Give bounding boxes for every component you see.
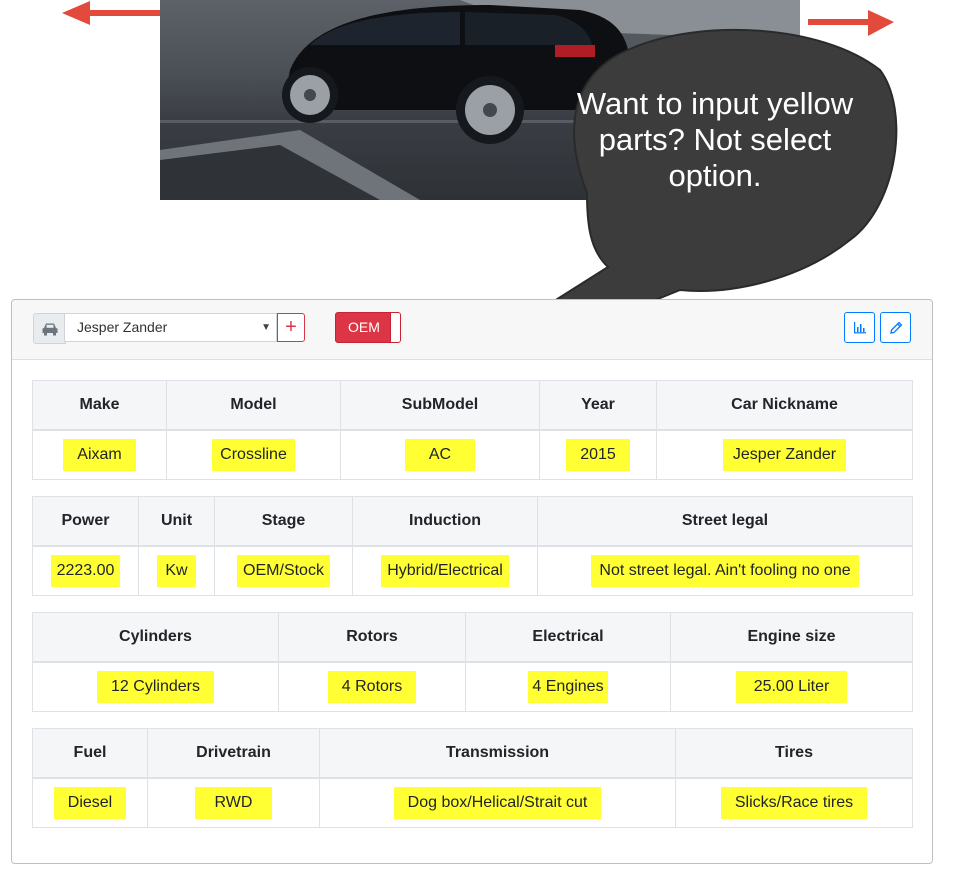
card-header: Jesper Zander ▼ + OEM [12, 300, 932, 360]
power-value: 2223.00 [50, 555, 121, 587]
engine-table: Cylinders Rotors Electrical Engine size … [32, 612, 913, 712]
header-transmission: Transmission [319, 728, 676, 779]
electrical-value: 4 Engines [528, 671, 608, 703]
edit-button[interactable] [880, 312, 911, 343]
header-electrical: Electrical [465, 612, 671, 663]
chart-button[interactable] [844, 312, 875, 343]
unit-value: Kw [157, 555, 196, 587]
header-unit: Unit [138, 496, 215, 547]
header-car-nickname: Car Nickname [656, 380, 913, 431]
submodel-value: AC [404, 439, 476, 471]
identity-table: Make Model SubModel Year Car Nickname Ai… [32, 380, 913, 480]
header-induction: Induction [352, 496, 538, 547]
transmission-value: Dog box/Helical/Strait cut [393, 787, 602, 819]
header-fuel: Fuel [32, 728, 148, 779]
header-tires: Tires [675, 728, 913, 779]
oem-toggle[interactable]: OEM [335, 312, 401, 343]
drivetrain-table: Fuel Drivetrain Transmission Tires Diese… [32, 728, 913, 828]
header-model: Model [166, 380, 341, 431]
previous-arrow[interactable] [60, 0, 164, 32]
header-submodel: SubModel [340, 380, 540, 431]
street-legal-value: Not street legal. Ain't fooling no one [591, 555, 859, 587]
header-drivetrain: Drivetrain [147, 728, 320, 779]
callout-text: Want to input yellow parts? Not select o… [576, 86, 854, 193]
car-select-value: Jesper Zander [77, 319, 168, 335]
header-cylinders: Cylinders [32, 612, 279, 663]
year-value: 2015 [566, 439, 630, 471]
car-icon [33, 313, 66, 344]
car-details-card: Jesper Zander ▼ + OEM Make Model SubMode… [11, 299, 933, 864]
add-car-button[interactable]: + [277, 313, 305, 342]
cylinders-value: 12 Cylinders [97, 671, 214, 703]
table-row: Aixam Crossline AC 2015 Jesper Zander [32, 429, 913, 480]
header-street-legal: Street legal [537, 496, 913, 547]
rotors-value: 4 Rotors [327, 671, 417, 703]
table-row: 12 Cylinders 4 Rotors 4 Engines 25.00 Li… [32, 661, 913, 712]
header-stage: Stage [214, 496, 353, 547]
car-select[interactable]: Jesper Zander ▼ [64, 313, 277, 342]
header-power: Power [32, 496, 139, 547]
bar-chart-icon [853, 321, 866, 333]
model-value: Crossline [212, 439, 295, 471]
pencil-icon [889, 321, 902, 334]
engine-size-value: 25.00 Liter [735, 671, 848, 703]
table-row: 2223.00 Kw OEM/Stock Hybrid/Electrical N… [32, 545, 913, 596]
car-nickname-value: Jesper Zander [722, 439, 847, 471]
fuel-value: Diesel [53, 787, 127, 819]
drivetrain-value: RWD [194, 787, 273, 819]
table-row: Diesel RWD Dog box/Helical/Strait cut Sl… [32, 777, 913, 828]
induction-value: Hybrid/Electrical [381, 555, 509, 587]
power-table: Power Unit Stage Induction Street legal … [32, 496, 913, 596]
stage-value: OEM/Stock [237, 555, 330, 587]
header-engine-size: Engine size [670, 612, 913, 663]
tires-value: Slicks/Race tires [720, 787, 868, 819]
header-make: Make [32, 380, 167, 431]
oem-toggle-knob [390, 313, 400, 342]
make-value: Aixam [63, 439, 136, 471]
header-rotors: Rotors [278, 612, 466, 663]
header-year: Year [539, 380, 657, 431]
chevron-down-icon: ▼ [261, 322, 271, 333]
oem-toggle-label: OEM [348, 319, 380, 335]
